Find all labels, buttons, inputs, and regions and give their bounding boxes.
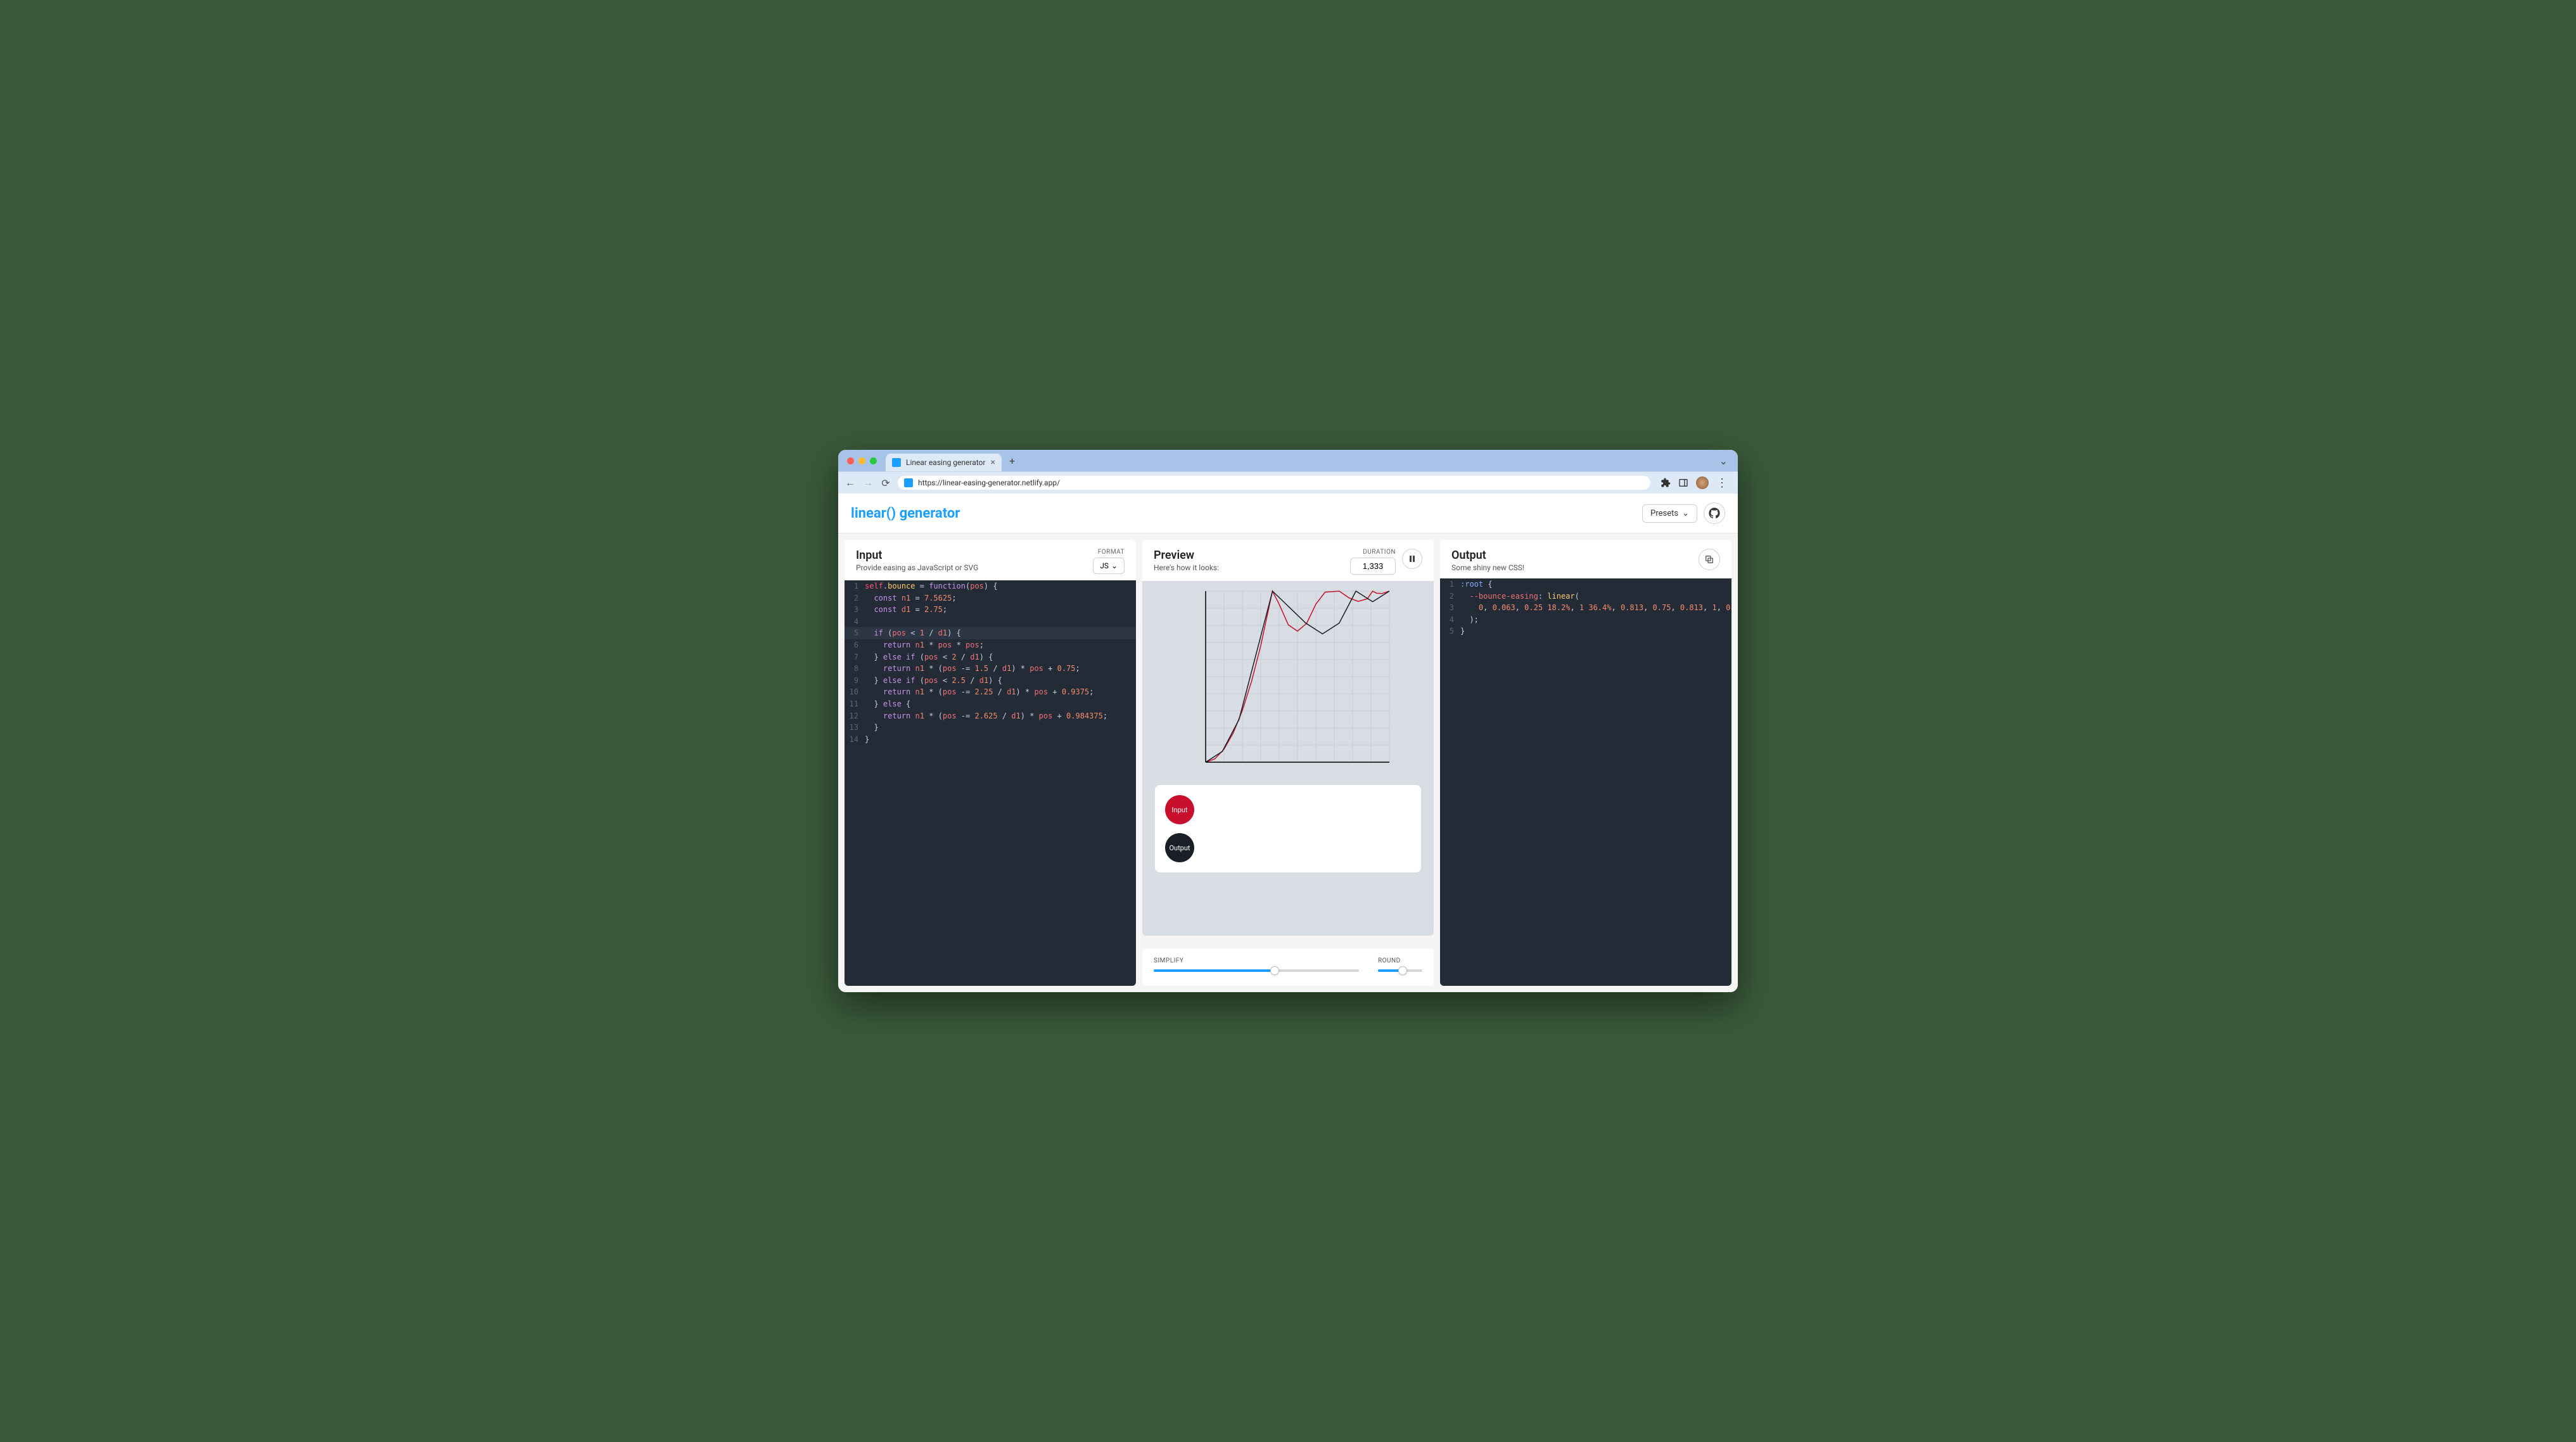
output-panel: Output Some shiny new CSS! 1:root {2 --b…: [1440, 540, 1731, 986]
github-icon: [1709, 507, 1720, 519]
preview-title: Preview: [1154, 549, 1219, 562]
input-code-editor[interactable]: 1self.bounce = function(pos) {2 const n1…: [845, 580, 1136, 986]
format-value: JS: [1100, 561, 1109, 570]
format-label: FORMAT: [1093, 549, 1125, 556]
round-slider-group: ROUND: [1378, 957, 1422, 972]
tab-list-button[interactable]: ⌄: [1714, 455, 1733, 467]
site-info-icon[interactable]: [904, 478, 913, 487]
presets-label: Presets: [1650, 509, 1678, 518]
preview-panel: Preview Here's how it looks: DURATION: [1142, 540, 1434, 936]
close-window-icon[interactable]: [847, 457, 854, 464]
preview-subtitle: Here's how it looks:: [1154, 563, 1219, 572]
browser-menu-icon[interactable]: ⋮: [1716, 476, 1728, 490]
simplify-slider-group: SIMPLIFY: [1154, 957, 1359, 972]
input-panel: Input Provide easing as JavaScript or SV…: [845, 540, 1136, 986]
easing-chart: [1168, 585, 1408, 775]
output-ball: Output: [1165, 833, 1194, 862]
output-subtitle: Some shiny new CSS!: [1451, 563, 1524, 572]
round-slider[interactable]: [1378, 969, 1422, 972]
github-button[interactable]: [1704, 502, 1725, 524]
simplify-label: SIMPLIFY: [1154, 957, 1359, 964]
favicon-icon: [892, 458, 901, 467]
output-title: Output: [1451, 549, 1524, 562]
input-ball: Input: [1165, 795, 1194, 824]
chevron-down-icon: ⌄: [1111, 561, 1118, 570]
url-text: https://linear-easing-generator.netlify.…: [918, 478, 1060, 487]
presets-button[interactable]: Presets ⌄: [1642, 504, 1697, 523]
preview-body: Input Output: [1142, 581, 1434, 936]
panel-icon[interactable]: [1678, 478, 1688, 488]
copy-button[interactable]: [1699, 549, 1720, 570]
simplify-slider[interactable]: [1154, 969, 1359, 972]
close-tab-icon[interactable]: ×: [990, 457, 995, 468]
extensions-icon[interactable]: [1661, 478, 1671, 488]
url-bar: ← → ⟳ https://linear-easing-generator.ne…: [838, 471, 1738, 494]
forward-button[interactable]: →: [862, 476, 874, 489]
profile-avatar[interactable]: [1696, 476, 1709, 489]
round-label: ROUND: [1378, 957, 1422, 964]
browser-tab[interactable]: Linear easing generator ×: [886, 454, 1002, 471]
url-input[interactable]: https://linear-easing-generator.netlify.…: [898, 476, 1650, 490]
input-title: Input: [856, 549, 978, 562]
minimize-window-icon[interactable]: [858, 457, 865, 464]
tab-bar: Linear easing generator × + ⌄: [838, 450, 1738, 471]
output-code-viewer[interactable]: 1:root {2 --bounce-easing: linear(3 0, 0…: [1440, 578, 1731, 986]
duration-input[interactable]: [1350, 558, 1396, 575]
main-grid: Input Provide easing as JavaScript or SV…: [838, 533, 1738, 992]
new-tab-button[interactable]: +: [1009, 455, 1015, 467]
play-pause-button[interactable]: [1402, 549, 1422, 569]
back-button[interactable]: ←: [845, 476, 856, 489]
browser-chrome: Linear easing generator × + ⌄ ← → ⟳ http…: [838, 450, 1738, 494]
chevron-down-icon: ⌄: [1682, 509, 1689, 518]
format-select[interactable]: JS ⌄: [1093, 558, 1125, 574]
app-header: linear() generator Presets ⌄: [838, 494, 1738, 533]
pause-icon: [1408, 555, 1416, 563]
tab-title: Linear easing generator: [906, 458, 985, 467]
window-controls: [843, 457, 881, 464]
duration-label: DURATION: [1350, 549, 1396, 556]
reload-button[interactable]: ⟳: [880, 477, 891, 489]
sliders-card: SIMPLIFY ROUND: [1142, 948, 1434, 986]
copy-icon: [1704, 554, 1714, 565]
animation-preview-card: Input Output: [1155, 785, 1421, 872]
maximize-window-icon[interactable]: [870, 457, 877, 464]
input-subtitle: Provide easing as JavaScript or SVG: [856, 563, 978, 572]
browser-window: Linear easing generator × + ⌄ ← → ⟳ http…: [838, 450, 1738, 992]
app-title: linear() generator: [851, 506, 960, 521]
